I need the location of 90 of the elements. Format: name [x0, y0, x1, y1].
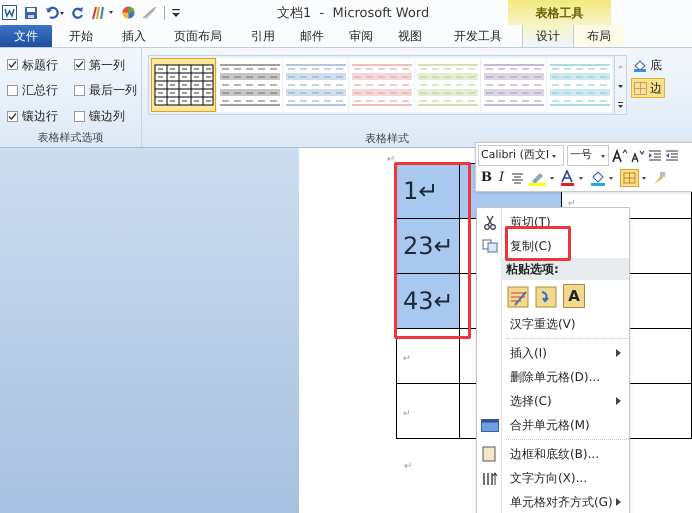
redo-icon[interactable]	[72, 6, 84, 20]
ribbon-tab[interactable]: 文件	[0, 24, 52, 47]
paste-text-only-button[interactable]: A	[563, 284, 585, 308]
undo-icon[interactable]	[45, 6, 65, 20]
paint-bucket-icon	[633, 58, 647, 72]
context-tab-group-header: 表格工具	[508, 0, 611, 25]
group-label: 表格样式选项	[36, 130, 104, 146]
menu-section-header: 粘贴选项:	[502, 258, 629, 280]
indent-icon[interactable]	[648, 148, 662, 162]
menu-item[interactable]: 文字方向(X)...	[477, 466, 629, 490]
checkbox[interactable]	[74, 84, 85, 96]
pen-icon[interactable]	[142, 6, 157, 19]
table-style-thumbnail[interactable]	[217, 58, 282, 112]
brush-icon[interactable]	[91, 5, 115, 20]
menu-item[interactable]: 选择(C)	[477, 389, 629, 413]
menu-item[interactable]: 插入(I)	[477, 341, 629, 365]
table-style-thumbnail[interactable]	[481, 58, 546, 112]
checkbox-label: 最后一列	[89, 82, 137, 100]
caret-icon	[551, 152, 558, 158]
cell-text: 43↵	[402, 287, 454, 315]
menu-item[interactable]: 单元格对齐方式(G)	[477, 490, 629, 513]
font-size-dropdown[interactable]: 一号	[567, 145, 609, 166]
checkbox[interactable]	[7, 84, 18, 96]
checkbox[interactable]	[7, 110, 18, 122]
checkbox[interactable]	[7, 59, 18, 70]
border-grid-icon	[634, 82, 647, 94]
caret-icon	[600, 152, 606, 158]
merge-cells-icon	[480, 418, 498, 432]
checkbox-label: 镶边列	[89, 108, 125, 126]
group-label: 表格样式	[364, 131, 410, 147]
customize-dropdown-icon[interactable]	[172, 8, 180, 18]
table-style-thumbnail[interactable]	[151, 58, 216, 112]
check-icon	[8, 60, 17, 70]
table-style-thumbnail[interactable]	[547, 58, 612, 112]
ribbon-tab[interactable]: 邮件	[288, 24, 336, 47]
borders-icon	[482, 446, 497, 462]
checkbox[interactable]	[74, 59, 85, 70]
menu-item[interactable]: 删除单元格(D)...	[477, 365, 629, 389]
cell-text: ↵	[402, 354, 411, 364]
copy-icon	[482, 239, 498, 253]
ribbon-tab[interactable]: 视图	[386, 24, 434, 47]
bold-button[interactable]: B	[481, 168, 492, 188]
font-dropdown[interactable]: Calibri (西文I	[478, 145, 564, 166]
submenu-arrow-icon	[616, 349, 621, 357]
cell-text: 23↵	[402, 232, 454, 260]
shrink-font-icon[interactable]	[631, 148, 645, 162]
ribbon-button[interactable]: 底	[631, 55, 665, 75]
text-direction-icon	[482, 470, 498, 486]
save-icon[interactable]	[24, 6, 38, 20]
scissors-icon	[482, 214, 496, 230]
submenu-arrow-icon	[616, 397, 621, 405]
italic-button[interactable]: I	[496, 168, 508, 188]
ribbon-tab[interactable]: 布局	[574, 24, 624, 47]
checkbox-label: 镶边行	[22, 108, 58, 126]
window-title: 文档1 - Microsoft Word	[277, 5, 430, 23]
ribbon-button[interactable]: 边	[631, 78, 665, 98]
menu-item[interactable]: 合并单元格(M)	[477, 413, 629, 437]
cell-text: 1↵	[402, 177, 438, 205]
table-style-thumbnail[interactable]	[349, 58, 414, 112]
grow-font-icon[interactable]	[612, 148, 628, 162]
table-style-thumbnail[interactable]	[283, 58, 348, 112]
paste-keep-formatting-icon[interactable]	[507, 284, 529, 308]
checkbox[interactable]	[74, 110, 85, 122]
cell-text: ↵	[402, 409, 411, 419]
menu-item[interactable]: 复制(C)	[477, 234, 629, 258]
center-align-icon[interactable]	[511, 172, 524, 184]
color-wheel-icon[interactable]	[122, 6, 135, 19]
ribbon-tab[interactable]: 插入	[110, 24, 158, 47]
menu-item[interactable]: 边框和底纹(B)...	[477, 442, 629, 466]
cell-text: ↵	[567, 199, 576, 209]
ribbon-tab[interactable]: 设计	[522, 24, 574, 47]
ribbon-tab[interactable]: 开始	[52, 24, 110, 47]
paragraph-mark: ↵	[404, 460, 412, 474]
ribbon-tab[interactable]: 开发工具	[434, 24, 522, 47]
check-icon	[75, 60, 84, 70]
checkbox-label: 标题行	[22, 56, 58, 74]
highlight-frame	[505, 226, 571, 261]
ribbon-tab[interactable]: 页面布局	[158, 24, 238, 47]
checkbox-label: 第一列	[89, 56, 125, 74]
checkbox-label: 汇总行	[22, 82, 58, 100]
paragraph-mark: ↵	[387, 153, 396, 167]
submenu-arrow-icon	[616, 498, 621, 506]
table-style-thumbnail[interactable]	[415, 58, 480, 112]
outdent-icon[interactable]	[665, 148, 679, 162]
paste-merge-icon[interactable]	[535, 284, 557, 308]
menu-item[interactable]: 汉字重选(V)	[477, 312, 629, 336]
check-icon	[8, 112, 17, 121]
ribbon-tab[interactable]: 审阅	[336, 24, 386, 47]
borders-grid-icon[interactable]	[620, 168, 648, 187]
ribbon-tab[interactable]: 引用	[238, 24, 288, 47]
